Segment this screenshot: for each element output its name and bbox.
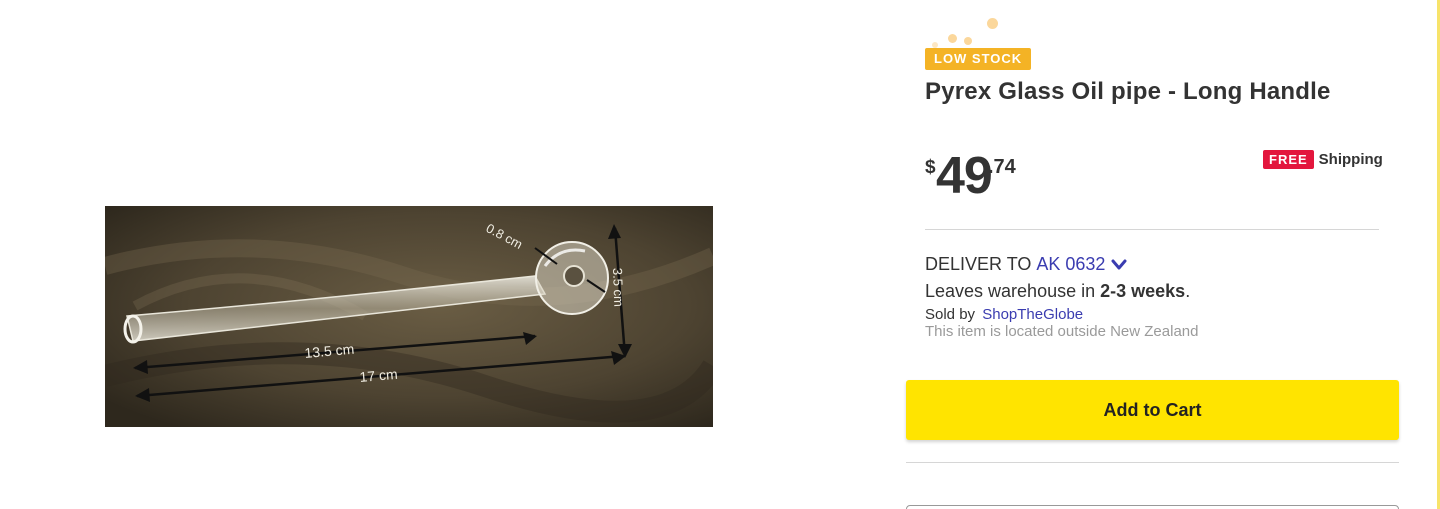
dispatch-time: Leaves warehouse in 2-3 weeks. — [925, 281, 1190, 302]
sold-by: Sold by ShopTheGlobe — [925, 306, 1083, 323]
price-whole: 49 — [936, 147, 993, 205]
add-to-cart-button[interactable]: Add to Cart — [906, 380, 1399, 440]
free-shipping-badge: FREE — [1263, 149, 1314, 169]
product-gallery: 13.5 cm 17 cm 0.8 cm 3.5 cm — [0, 0, 820, 509]
total-length-label: 17 cm — [359, 366, 398, 385]
product-image[interactable]: 13.5 cm 17 cm 0.8 cm 3.5 cm — [105, 206, 713, 427]
quantity-box[interactable] — [906, 505, 1399, 509]
dispatch-prefix: Leaves warehouse in — [925, 281, 1101, 301]
product-photo: 13.5 cm 17 cm 0.8 cm 3.5 cm — [105, 206, 713, 427]
delivery-location-link[interactable]: AK 0632 — [1036, 254, 1105, 275]
seller-link[interactable]: ShopTheGlobe — [982, 306, 1083, 323]
dispatch-suffix: . — [1185, 281, 1191, 301]
dispatch-duration: 2-3 weeks — [1100, 281, 1186, 301]
stock-indicator-dots — [932, 16, 1004, 48]
divider — [925, 229, 1379, 230]
chevron-down-icon[interactable] — [1111, 259, 1127, 271]
deliver-to-label: DELIVER TO — [925, 254, 1032, 274]
bowl-height-label: 3.5 cm — [610, 268, 626, 308]
item-location-note: This item is located outside New Zealand — [925, 323, 1199, 340]
deliver-to: DELIVER TO AK 0632 — [925, 254, 1127, 275]
divider — [906, 462, 1399, 463]
price-currency: $ — [925, 157, 936, 178]
price-cents: .74 — [988, 156, 1016, 178]
sold-by-label: Sold by — [925, 306, 976, 323]
low-stock-badge: LOW STOCK — [925, 48, 1032, 70]
shipping-label: Shipping — [1318, 150, 1383, 168]
shipping-info: FREE Shipping — [1263, 149, 1383, 169]
product-title: Pyrex Glass Oil pipe - Long Handle — [925, 78, 1331, 105]
